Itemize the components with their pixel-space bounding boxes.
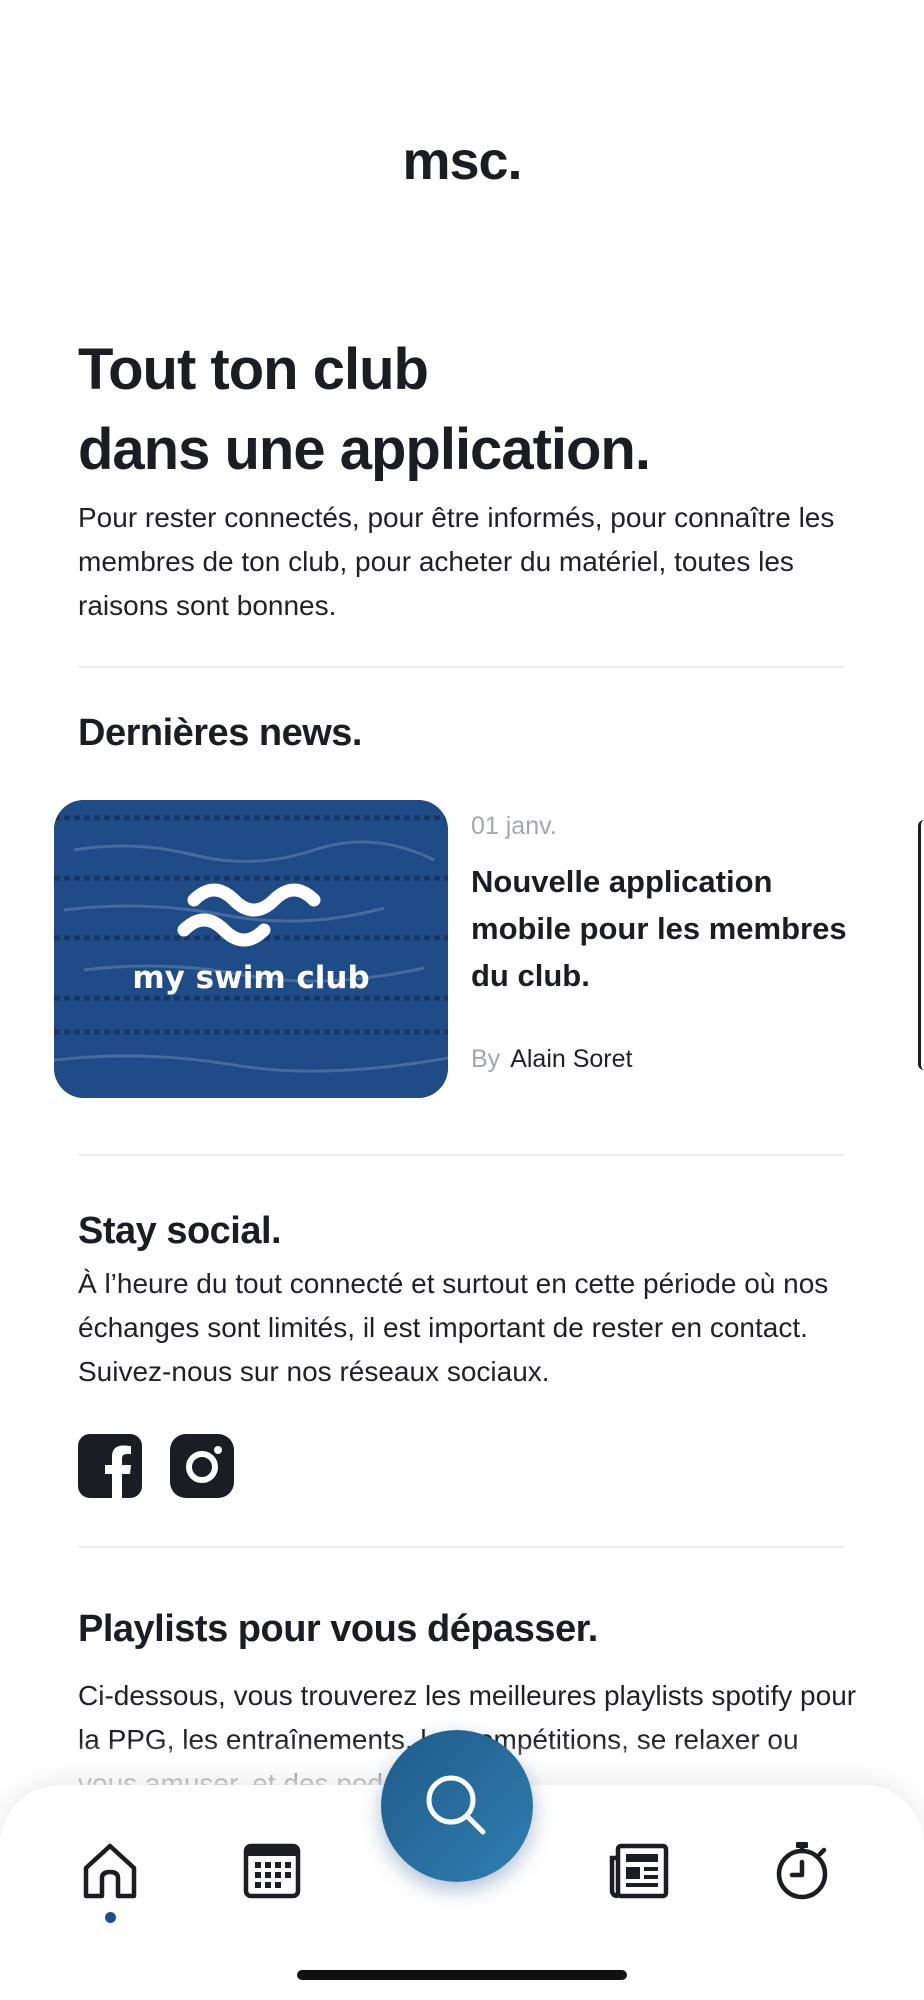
news-image: my swim club xyxy=(54,800,448,1098)
hero-title: Tout ton club dans une application. xyxy=(78,330,651,490)
home-indicator[interactable] xyxy=(297,1970,627,1980)
active-tab-indicator xyxy=(105,1912,116,1923)
news-section-title: Dernières news. xyxy=(78,712,362,754)
news-byline: By Alain Soret xyxy=(471,1045,632,1074)
hero-title-line-2: dans une application. xyxy=(78,417,651,482)
news-title[interactable]: Nouvelle application mobile pour les mem… xyxy=(471,858,871,999)
news-image-caption: my swim club xyxy=(132,960,370,996)
news-by-label: By xyxy=(471,1045,501,1073)
next-news-card-edge[interactable] xyxy=(918,820,924,1070)
hero-title-line-1: Tout ton club xyxy=(78,337,429,402)
divider xyxy=(78,666,844,668)
news-author: Alain Soret xyxy=(510,1045,633,1073)
stopwatch-icon[interactable] xyxy=(770,1838,834,1902)
app-logo: msc. xyxy=(402,131,522,191)
social-section-title: Stay social. xyxy=(78,1210,282,1252)
calendar-icon[interactable] xyxy=(240,1838,304,1902)
instagram-icon[interactable] xyxy=(170,1434,234,1498)
news-date: 01 janv. xyxy=(471,812,557,840)
news-icon[interactable] xyxy=(608,1838,672,1902)
facebook-icon[interactable] xyxy=(78,1434,142,1498)
search-button[interactable] xyxy=(381,1730,533,1882)
divider xyxy=(78,1154,844,1156)
divider xyxy=(78,1546,844,1548)
playlists-section-title: Playlists pour vous dépasser. xyxy=(78,1608,598,1650)
social-description: À l’heure du tout connecté et surtout en… xyxy=(78,1268,829,1387)
hero-description: Pour rester connectés, pour être informé… xyxy=(78,502,835,621)
search-icon xyxy=(426,1775,486,1835)
home-icon[interactable] xyxy=(78,1838,142,1902)
news-card[interactable]: my swim club 01 janv. Nouvelle applicati… xyxy=(54,800,924,1100)
